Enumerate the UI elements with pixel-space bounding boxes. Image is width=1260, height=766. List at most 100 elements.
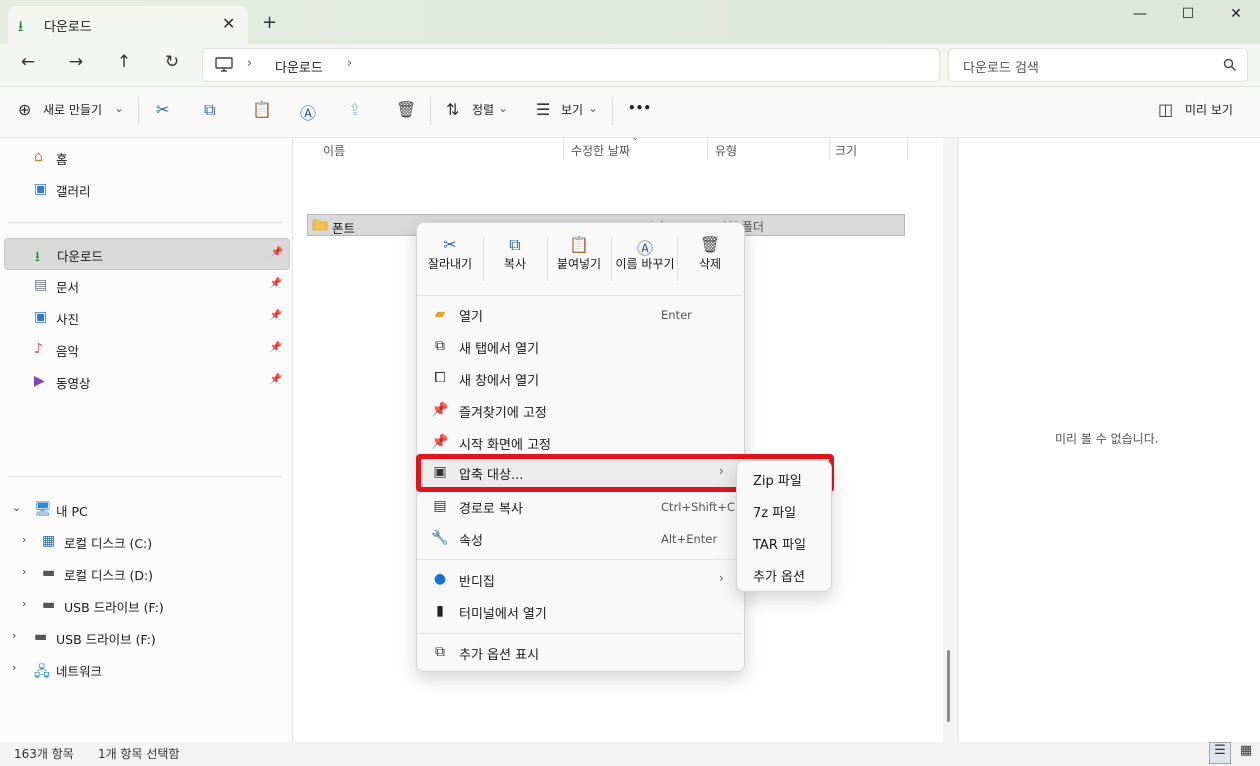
sidebar-item-videos[interactable]: ▶ 동영상 📌 xyxy=(4,366,288,396)
forward-button[interactable]: → xyxy=(62,52,90,78)
preview-button[interactable]: 미리 보기 xyxy=(1185,101,1233,118)
submenu-item-zip[interactable]: Zip 파일 xyxy=(741,463,827,493)
pin-icon[interactable]: 📌 xyxy=(270,342,282,353)
sidebar-item-downloads[interactable]: ⭳ 다운로드 📌 xyxy=(4,238,290,270)
action-label: 붙여넣기 xyxy=(556,257,602,271)
sidebar-item-label: 갤러리 xyxy=(56,184,91,199)
menu-item-copy-path[interactable]: ▤ 경로로 복사 Ctrl+Shift+C xyxy=(421,491,739,523)
new-button[interactable]: 새로 만들기 xyxy=(43,101,102,118)
column-header-type[interactable]: 유형 xyxy=(715,142,737,159)
sidebar-item-label: 로컬 디스크 (C:) xyxy=(64,536,153,551)
sidebar-item-music[interactable]: ♪ 음악 📌 xyxy=(4,334,288,364)
plus-circle-icon: ⊕ xyxy=(18,100,32,119)
view-button[interactable]: 보기 xyxy=(561,101,583,118)
submenu-item-tar[interactable]: TAR 파일 xyxy=(741,527,827,557)
sort-button[interactable]: 정렬 xyxy=(472,101,494,118)
menu-item-properties[interactable]: 🔧 속성 Alt+Enter xyxy=(421,523,739,555)
column-header-name[interactable]: 이름 xyxy=(323,142,345,159)
column-header-date[interactable]: 수정한 날짜 xyxy=(571,142,630,159)
sidebar-item-usb-f-root[interactable]: › ▬ USB 드라이브 (F:) xyxy=(4,622,288,652)
menu-item-open-new-window[interactable]: ⧠ 새 창에서 열기 xyxy=(421,363,739,395)
sidebar-item-label: 동영상 xyxy=(56,376,91,391)
delete-icon[interactable]: 🗑 xyxy=(396,100,416,119)
scrollbar-thumb[interactable] xyxy=(947,650,950,722)
action-label: 잘라내기 xyxy=(427,257,473,271)
new-tab-button[interactable]: + xyxy=(262,12,277,33)
more-options-button[interactable]: ••• xyxy=(628,101,651,115)
details-view-icon[interactable]: ☰ xyxy=(1209,742,1231,764)
sidebar-item-this-pc[interactable]: ⌄ 🖥 내 PC xyxy=(4,494,288,524)
breadcrumb-downloads[interactable]: 다운로드 xyxy=(275,57,323,76)
menu-item-open[interactable]: ▰ 열기 Enter xyxy=(421,299,739,331)
pin-icon[interactable]: 📌 xyxy=(271,247,283,258)
sidebar-item-gallery[interactable]: ▣ 갤러리 xyxy=(4,174,288,204)
sidebar-item-home[interactable]: ⌂ 홈 xyxy=(4,142,288,172)
up-button[interactable]: ↑ xyxy=(110,52,138,78)
close-window-button[interactable]: ✕ xyxy=(1216,6,1256,28)
divider xyxy=(611,237,612,281)
menu-item-label: 시작 화면에 고정 xyxy=(459,438,551,453)
copy-icon: ⧉ xyxy=(509,235,521,254)
search-box[interactable]: 다운로드 검색 xyxy=(948,48,1248,82)
menu-item-label: 반디집 xyxy=(459,575,495,590)
column-header-size[interactable]: 크기 xyxy=(835,142,857,159)
rename-icon[interactable]: Ⓐ xyxy=(300,100,316,124)
sidebar-item-pictures[interactable]: ▣ 사진 📌 xyxy=(4,302,288,332)
computer-icon: 🖥 xyxy=(34,501,52,517)
chevron-down-icon[interactable]: ⌄ xyxy=(12,501,21,514)
maximize-button[interactable]: ☐ xyxy=(1168,6,1208,28)
chevron-right-icon[interactable]: › xyxy=(22,597,26,610)
search-input[interactable]: 다운로드 검색 xyxy=(963,57,1039,76)
chevron-right-icon[interactable]: › xyxy=(22,565,26,578)
pin-icon[interactable]: 📌 xyxy=(270,278,282,289)
close-tab-icon[interactable]: ✕ xyxy=(222,14,235,33)
sidebar-item-drive-c[interactable]: › ▦ 로컬 디스크 (C:) xyxy=(4,526,288,556)
divider xyxy=(612,97,613,125)
pin-icon[interactable]: 📌 xyxy=(270,374,282,385)
menu-item-bandizip[interactable]: ● 반디집 › xyxy=(421,564,739,596)
column-divider[interactable] xyxy=(563,138,564,160)
chevron-right-icon[interactable]: › xyxy=(12,661,16,674)
breadcrumb-chevron-icon[interactable]: › xyxy=(347,56,352,71)
pin-icon[interactable]: 📌 xyxy=(270,310,282,321)
sidebar-item-documents[interactable]: ▤ 문서 📌 xyxy=(4,270,288,300)
copy-action[interactable]: ⧉ 복사 xyxy=(484,231,546,291)
cut-action[interactable]: ✂ 잘라내기 xyxy=(419,231,481,291)
delete-action[interactable]: 🗑 삭제 xyxy=(679,231,741,291)
menu-item-label: 새 창에서 열기 xyxy=(459,374,540,389)
submenu-item-7z[interactable]: 7z 파일 xyxy=(741,495,827,525)
windows-drive-icon: ▦ xyxy=(42,533,56,549)
column-divider[interactable] xyxy=(829,138,830,160)
tab-downloads[interactable]: ⭳ 다운로드 ✕ xyxy=(8,6,248,44)
menu-item-pin-quick-access[interactable]: 📌 즐겨찾기에 고정 xyxy=(421,395,739,427)
submenu-item-label: 7z 파일 xyxy=(753,506,797,521)
chevron-right-icon[interactable]: › xyxy=(22,533,26,546)
tiles-view-icon[interactable]: ▦ xyxy=(1236,743,1256,763)
divider xyxy=(138,97,139,125)
column-divider[interactable] xyxy=(707,138,708,160)
menu-item-show-more-options[interactable]: ⧉ 추가 옵션 표시 xyxy=(421,637,739,669)
sidebar-item-network[interactable]: › 🖧 네트워크 xyxy=(4,654,288,684)
submenu-item-label: Zip 파일 xyxy=(753,474,802,489)
paste-icon[interactable]: 📋 xyxy=(252,100,272,119)
column-divider[interactable] xyxy=(907,138,908,160)
refresh-button[interactable]: ↻ xyxy=(158,52,186,78)
back-button[interactable]: ← xyxy=(14,52,42,78)
menu-item-open-terminal[interactable]: ▮ 터미널에서 열기 xyxy=(421,596,739,628)
minimize-button[interactable]: — xyxy=(1120,6,1160,28)
chevron-right-icon[interactable]: › xyxy=(12,629,16,642)
menu-item-open-new-tab[interactable]: ⧉ 새 탭에서 열기 xyxy=(421,331,739,363)
share-icon[interactable]: ⇪ xyxy=(348,100,361,119)
paste-action[interactable]: 📋 붙여넣기 xyxy=(548,231,610,291)
rename-action[interactable]: Ⓐ 이름 바꾸기 xyxy=(613,231,677,291)
address-bar[interactable]: › 다운로드 › xyxy=(202,48,940,82)
sidebar-item-drive-d[interactable]: › ▬ 로컬 디스크 (D:) xyxy=(4,558,288,588)
sidebar-item-usb-f[interactable]: › ▬ USB 드라이브 (F:) xyxy=(4,590,288,620)
submenu-item-more-options[interactable]: 추가 옵션 xyxy=(741,559,827,589)
chevron-down-icon: ⌄ xyxy=(588,101,599,115)
menu-item-shortcut: Enter xyxy=(661,308,692,322)
menu-item-label: 즐겨찾기에 고정 xyxy=(459,406,547,421)
cut-icon[interactable]: ✂ xyxy=(156,100,169,119)
copy-icon[interactable]: ⧉ xyxy=(204,100,215,120)
sort-indicator-icon: ⌄ xyxy=(631,132,640,143)
